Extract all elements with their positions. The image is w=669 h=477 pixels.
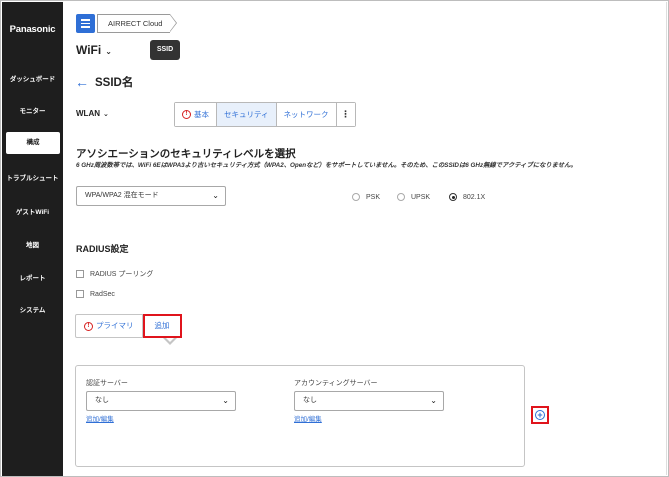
security-mode-value: WPA/WPA2 混在モード [85, 192, 159, 199]
sidebar-item-system[interactable]: システム [2, 304, 63, 314]
sidebar-item-guest-wifi[interactable]: ゲストWiFi [2, 206, 63, 216]
check-radsec-label: RadSec [90, 290, 115, 298]
chevron-down-icon: ⌄ [212, 191, 219, 200]
radius-title: RADIUS設定 [76, 244, 129, 254]
page-title-row: ← SSID名 [75, 74, 133, 90]
checkbox[interactable] [76, 290, 84, 298]
check-radius-pooling-label: RADIUS プーリング [90, 271, 154, 278]
chevron-down-icon: ⌄ [222, 396, 229, 405]
tab-basic[interactable]: ! 基本 [175, 103, 217, 126]
radio-upsk-label: UPSK [411, 193, 431, 201]
auth-server-value: なし [95, 397, 109, 404]
radio-button[interactable] [397, 193, 405, 201]
auth-server-label: 認証サーバー [86, 380, 128, 387]
back-arrow-icon[interactable]: ← [75, 75, 89, 89]
radio-psk[interactable]: PSK [352, 193, 380, 201]
breadcrumb-item[interactable]: AIRRECT Cloud [97, 14, 178, 33]
radius-tabs: ! プライマリ 追加 [75, 314, 182, 338]
page-header[interactable]: WiFi ⌄ [76, 43, 112, 57]
plus-circle-icon: + [535, 410, 545, 420]
acct-server-select[interactable]: なし ⌄ [294, 391, 444, 411]
security-mode-select[interactable]: WPA/WPA2 混在モード ⌄ [76, 186, 226, 206]
auth-server-select[interactable]: なし ⌄ [86, 391, 236, 411]
warning-icon: ! [84, 321, 93, 331]
ssid-button[interactable]: SSID [150, 40, 180, 60]
tab-add[interactable]: 追加 [142, 314, 182, 338]
check-radius-pooling[interactable]: RADIUS プーリング [76, 269, 153, 279]
main-content: AIRRECT Cloud WiFi ⌄ SSID ← SSID名 WLAN ⌄ !… [63, 2, 667, 475]
radio-upsk[interactable]: UPSK [397, 193, 430, 201]
sidebar-item-report[interactable]: レポート [2, 272, 63, 282]
add-server-button[interactable]: + [531, 406, 549, 424]
breadcrumb: AIRRECT Cloud [76, 14, 178, 33]
chevron-down-icon: ⌄ [105, 47, 112, 56]
sidebar-item-troubleshoot[interactable]: トラブルシュート [2, 172, 63, 182]
radius-server-card: 認証サーバー なし ⌄ 追加/編集 アカウンティングサーバー なし ⌄ 追加/編… [75, 365, 525, 467]
radio-button[interactable] [352, 193, 360, 201]
radio-8021x[interactable]: 802.1X [449, 193, 485, 201]
security-title: アソシエーションのセキュリティレベルを選択 [76, 148, 296, 160]
warning-icon: ! [182, 110, 191, 119]
sidebar: Panasonic ダッシュボード モニター 構成 トラブルシュート ゲストWi… [2, 2, 63, 476]
sidebar-item-monitor[interactable]: モニター [2, 105, 63, 115]
sidebar-item-configure[interactable]: 構成 [6, 132, 60, 154]
sidebar-item-map[interactable]: 地図 [2, 239, 63, 249]
tab-primary[interactable]: ! プライマリ [76, 315, 143, 337]
sidebar-item-dashboard[interactable]: ダッシュボード [2, 73, 63, 83]
security-note: 6 GHz周波数帯では、WiFi 6EはWPA3より古いセキュリティ方式（WPA… [76, 162, 577, 169]
page-title: SSID名 [95, 77, 134, 89]
checkbox[interactable] [76, 270, 84, 278]
wlan-dropdown[interactable]: WLAN ⌄ [76, 109, 109, 118]
settings-tabs: ! 基本 セキュリティ ネットワーク ⋮ [174, 102, 356, 127]
more-vert-icon[interactable]: ⋮ [336, 103, 355, 126]
acct-server-value: なし [303, 397, 317, 404]
radio-8021x-label: 802.1X [463, 193, 486, 201]
check-radsec[interactable]: RadSec [76, 290, 115, 298]
acct-server-label: アカウンティングサーバー [294, 380, 378, 387]
radio-psk-label: PSK [366, 193, 381, 201]
app-frame: Panasonic ダッシュボード モニター 構成 トラブルシュート ゲストWi… [0, 0, 669, 477]
tab-basic-label: 基本 [194, 110, 209, 119]
auth-server-edit-link[interactable]: 追加/編集 [86, 413, 114, 423]
tab-network[interactable]: ネットワーク [276, 103, 337, 126]
chevron-down-icon: ⌄ [430, 396, 437, 405]
acct-server-edit-link[interactable]: 追加/編集 [294, 413, 322, 423]
brand-logo: Panasonic [9, 24, 56, 35]
hamburger-icon[interactable] [76, 14, 95, 33]
page-header-label: WiFi [76, 43, 102, 57]
wlan-label: WLAN [76, 109, 100, 118]
tab-primary-label: プライマリ [96, 321, 134, 330]
radio-button[interactable] [449, 193, 457, 201]
chevron-down-icon: ⌄ [103, 111, 109, 118]
tab-security[interactable]: セキュリティ [217, 103, 277, 126]
